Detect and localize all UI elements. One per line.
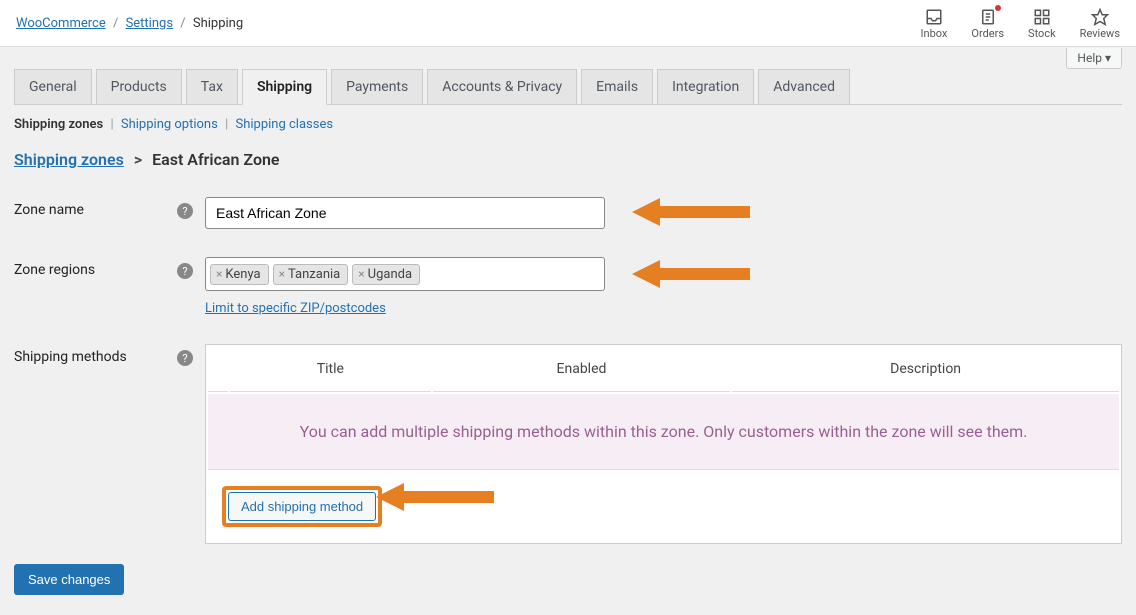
methods-empty-hint: You can add multiple shipping methods wi… [208, 394, 1119, 470]
col-enabled: Enabled [433, 347, 730, 392]
annotation-highlight: Add shipping method [222, 486, 382, 527]
annotation-arrow [632, 257, 750, 291]
annotation-arrow [632, 195, 750, 229]
region-tag-kenya[interactable]: ×Kenya [210, 264, 269, 285]
breadcrumb: WooCommerce / Settings / Shipping [16, 16, 243, 31]
tab-tax[interactable]: Tax [186, 69, 238, 105]
tab-products[interactable]: Products [96, 69, 182, 105]
topbar-orders[interactable]: Orders [971, 7, 1004, 40]
page-heading: Shipping zones > East African Zone [14, 150, 1122, 169]
help-icon[interactable]: ? [177, 263, 193, 279]
zip-postcodes-link[interactable]: Limit to specific ZIP/postcodes [205, 301, 386, 316]
remove-tag-icon[interactable]: × [358, 267, 364, 281]
tab-advanced[interactable]: Advanced [758, 69, 850, 105]
breadcrumb-woocommerce[interactable]: WooCommerce [16, 16, 106, 31]
tab-shipping[interactable]: Shipping [242, 69, 327, 105]
shipping-methods-label: Shipping methods [14, 344, 177, 365]
tab-payments[interactable]: Payments [331, 69, 423, 105]
breadcrumb-shipping: Shipping [193, 16, 243, 31]
settings-tabs: General Products Tax Shipping Payments A… [14, 69, 1122, 105]
annotation-arrow [376, 480, 494, 514]
col-description: Description [732, 347, 1119, 392]
tab-accounts-privacy[interactable]: Accounts & Privacy [427, 69, 577, 105]
zone-name-input[interactable] [205, 197, 605, 229]
help-tab[interactable]: Help ▾ [1066, 48, 1122, 69]
tab-integration[interactable]: Integration [657, 69, 754, 105]
topbar-inbox[interactable]: Inbox [921, 7, 948, 40]
subnav-classes[interactable]: Shipping classes [235, 117, 333, 132]
notification-dot [995, 5, 1001, 11]
shipping-methods-table: Title Enabled Description You can add mu… [205, 344, 1122, 544]
subnav-options[interactable]: Shipping options [121, 117, 218, 132]
tab-emails[interactable]: Emails [581, 69, 653, 105]
region-tag-uganda[interactable]: ×Uganda [352, 264, 420, 285]
help-icon[interactable]: ? [177, 350, 193, 366]
shipping-zones-link[interactable]: Shipping zones [14, 150, 124, 169]
region-tag-tanzania[interactable]: ×Tanzania [273, 264, 349, 285]
add-shipping-method-button[interactable]: Add shipping method [228, 492, 376, 521]
remove-tag-icon[interactable]: × [279, 267, 285, 281]
zone-regions-input[interactable]: ×Kenya ×Tanzania ×Uganda [205, 257, 605, 291]
tab-general[interactable]: General [14, 69, 92, 105]
subnav-zones[interactable]: Shipping zones [14, 117, 103, 132]
orders-icon [979, 7, 997, 27]
zone-regions-label: Zone regions [14, 257, 177, 278]
topbar-stock[interactable]: Stock [1028, 7, 1056, 40]
col-title: Title [230, 347, 431, 392]
star-icon [1091, 7, 1109, 27]
topbar-reviews[interactable]: Reviews [1080, 7, 1120, 40]
inbox-icon [925, 7, 943, 27]
stock-icon [1033, 7, 1051, 27]
remove-tag-icon[interactable]: × [216, 267, 222, 281]
breadcrumb-settings[interactable]: Settings [126, 16, 173, 31]
help-icon[interactable]: ? [177, 203, 193, 219]
zone-name-label: Zone name [14, 197, 177, 218]
shipping-subnav: Shipping zones | Shipping options | Ship… [14, 117, 1122, 132]
current-zone-name: East African Zone [152, 150, 279, 169]
chevron-down-icon: ▾ [1105, 51, 1111, 65]
